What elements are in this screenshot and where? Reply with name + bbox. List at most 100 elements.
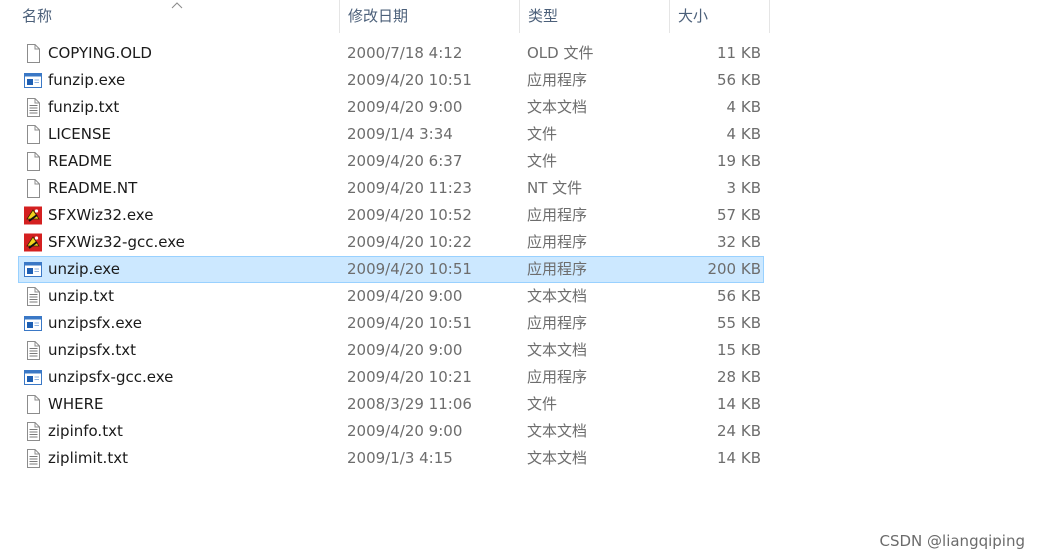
file-size: 15 KB	[717, 341, 761, 359]
blank-file-icon	[24, 395, 42, 414]
file-size: 57 KB	[717, 206, 761, 224]
file-size: 3 KB	[726, 179, 761, 197]
blank-file-icon	[24, 125, 42, 144]
file-name: ziplimit.txt	[48, 449, 128, 467]
file-size: 28 KB	[717, 368, 761, 386]
file-type: 文本文档	[527, 98, 588, 116]
file-row[interactable]: WHERE 2008/3/29 11:06 文件 14 KB	[18, 391, 764, 418]
file-date-modified: 2009/4/20 10:22	[347, 233, 472, 251]
file-name: unzip.exe	[48, 260, 120, 278]
file-row[interactable]: README 2009/4/20 6:37 文件 19 KB	[18, 148, 764, 175]
column-header-bar: 名称 修改日期 类型 大小	[0, 0, 770, 33]
file-row[interactable]: ziplimit.txt 2009/1/3 4:15 文本文档 14 KB	[18, 445, 764, 472]
file-name: SFXWiz32.exe	[48, 206, 154, 224]
file-type: 应用程序	[527, 206, 588, 224]
file-date-modified: 2009/4/20 10:21	[347, 368, 472, 386]
file-row[interactable]: COPYING.OLD 2000/7/18 4:12 OLD 文件 11 KB	[18, 40, 764, 67]
file-type: OLD 文件	[527, 44, 594, 62]
file-size: 14 KB	[717, 395, 761, 413]
file-date-modified: 2009/1/4 3:34	[347, 125, 453, 143]
file-size: 200 KB	[707, 260, 761, 278]
file-row[interactable]: funzip.txt 2009/4/20 9:00 文本文档 4 KB	[18, 94, 764, 121]
text-file-icon	[24, 422, 42, 441]
file-type: 应用程序	[527, 314, 588, 332]
file-date-modified: 2009/4/20 9:00	[347, 287, 463, 305]
file-date-modified: 2009/4/20 9:00	[347, 422, 463, 440]
file-type: 文本文档	[527, 341, 588, 359]
file-name: COPYING.OLD	[48, 44, 152, 62]
file-name: funzip.exe	[48, 71, 126, 89]
file-type: 应用程序	[527, 233, 588, 251]
watermark: CSDN @liangqiping	[879, 532, 1026, 550]
file-type: 应用程序	[527, 368, 588, 386]
blank-file-icon	[24, 152, 42, 171]
file-row[interactable]: README.NT 2009/4/20 11:23 NT 文件 3 KB	[18, 175, 764, 202]
file-date-modified: 2009/4/20 9:00	[347, 341, 463, 359]
file-size: 4 KB	[726, 98, 761, 116]
file-name: funzip.txt	[48, 98, 120, 116]
text-file-icon	[24, 287, 42, 306]
file-name: LICENSE	[48, 125, 111, 143]
file-size: 24 KB	[717, 422, 761, 440]
file-row[interactable]: LICENSE 2009/1/4 3:34 文件 4 KB	[18, 121, 764, 148]
file-row[interactable]: SFXWiz32-gcc.exe 2009/4/20 10:22 应用程序 32 KB	[18, 229, 764, 256]
file-size: 4 KB	[726, 125, 761, 143]
file-date-modified: 2009/1/3 4:15	[347, 449, 453, 467]
file-date-modified: 2009/4/20 6:37	[347, 152, 463, 170]
file-row[interactable]: unzipsfx.exe 2009/4/20 10:51 应用程序 55 KB	[18, 310, 764, 337]
text-file-icon	[24, 341, 42, 360]
file-type: NT 文件	[527, 179, 583, 197]
file-type: 应用程序	[527, 260, 588, 278]
file-size: 55 KB	[717, 314, 761, 332]
file-name: zipinfo.txt	[48, 422, 123, 440]
file-name: README.NT	[48, 179, 138, 197]
blank-file-icon	[24, 44, 42, 63]
sfx-wizard-icon	[24, 233, 42, 252]
file-date-modified: 2000/7/18 4:12	[347, 44, 463, 62]
file-type: 文本文档	[527, 422, 588, 440]
file-type: 文件	[527, 152, 558, 170]
column-header-size[interactable]: 大小	[670, 0, 770, 33]
file-name: unzipsfx-gcc.exe	[48, 368, 174, 386]
file-size: 14 KB	[717, 449, 761, 467]
file-size: 32 KB	[717, 233, 761, 251]
file-type: 文件	[527, 125, 558, 143]
app-window-icon	[24, 314, 42, 333]
file-row[interactable]: funzip.exe 2009/4/20 10:51 应用程序 56 KB	[18, 67, 764, 94]
file-date-modified: 2009/4/20 10:51	[347, 71, 472, 89]
file-row[interactable]: unzip.exe 2009/4/20 10:51 应用程序 200 KB	[18, 256, 764, 283]
file-row[interactable]: unzip.txt 2009/4/20 9:00 文本文档 56 KB	[18, 283, 764, 310]
file-row[interactable]: unzipsfx-gcc.exe 2009/4/20 10:21 应用程序 28 KB	[18, 364, 764, 391]
file-name: unzip.txt	[48, 287, 114, 305]
column-header-date-modified[interactable]: 修改日期	[340, 0, 520, 33]
file-row[interactable]: SFXWiz32.exe 2009/4/20 10:52 应用程序 57 KB	[18, 202, 764, 229]
file-date-modified: 2009/4/20 11:23	[347, 179, 472, 197]
app-window-icon	[24, 368, 42, 387]
file-row[interactable]: zipinfo.txt 2009/4/20 9:00 文本文档 24 KB	[18, 418, 764, 445]
blank-file-icon	[24, 179, 42, 198]
file-type: 应用程序	[527, 71, 588, 89]
file-type: 文本文档	[527, 287, 588, 305]
file-date-modified: 2008/3/29 11:06	[347, 395, 472, 413]
file-name: SFXWiz32-gcc.exe	[48, 233, 185, 251]
column-header-type[interactable]: 类型	[520, 0, 670, 33]
file-date-modified: 2009/4/20 9:00	[347, 98, 463, 116]
text-file-icon	[24, 449, 42, 468]
file-size: 56 KB	[717, 71, 761, 89]
file-date-modified: 2009/4/20 10:51	[347, 260, 472, 278]
file-size: 11 KB	[717, 44, 761, 62]
app-window-icon	[24, 260, 42, 279]
file-row[interactable]: unzipsfx.txt 2009/4/20 9:00 文本文档 15 KB	[18, 337, 764, 364]
file-name: README	[48, 152, 113, 170]
file-size: 56 KB	[717, 287, 761, 305]
file-name: unzipsfx.exe	[48, 314, 142, 332]
file-type: 文件	[527, 395, 558, 413]
text-file-icon	[24, 98, 42, 117]
file-name: unzipsfx.txt	[48, 341, 136, 359]
file-name: WHERE	[48, 395, 104, 413]
file-size: 19 KB	[717, 152, 761, 170]
app-window-icon	[24, 71, 42, 90]
file-type: 文本文档	[527, 449, 588, 467]
file-date-modified: 2009/4/20 10:51	[347, 314, 472, 332]
file-date-modified: 2009/4/20 10:52	[347, 206, 472, 224]
